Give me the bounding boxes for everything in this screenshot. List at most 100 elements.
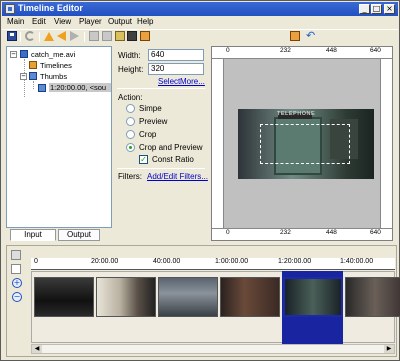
track-settings-icon[interactable] <box>11 250 21 260</box>
ruler-label: 640 <box>370 229 381 236</box>
height-field[interactable]: 320 <box>148 63 204 75</box>
timelines-icon <box>29 61 37 69</box>
divider <box>117 168 205 169</box>
ruler-label: 448 <box>326 229 337 236</box>
zoom-in-icon[interactable]: + <box>12 278 22 288</box>
film-icon[interactable] <box>127 31 137 41</box>
toolbar-separator <box>84 32 85 42</box>
timeline-tick-label: 20:00.00 <box>91 258 119 265</box>
radio-crop[interactable] <box>126 130 135 139</box>
toolbar: ↶ <box>2 29 398 43</box>
width-field[interactable]: 640 <box>148 49 204 61</box>
clip-icon[interactable] <box>115 31 125 41</box>
timeline-tick-label: 0 <box>34 258 38 265</box>
save-icon[interactable] <box>7 31 17 41</box>
thumbnail-strip[interactable] <box>31 271 400 344</box>
more-link[interactable]: More... <box>180 77 205 86</box>
properties-panel: Width: 640 Height: 320 Select More... Ac… <box>114 46 208 241</box>
action-label: Action: <box>118 93 143 102</box>
ruler-label: 640 <box>370 47 381 54</box>
refresh-icon[interactable] <box>25 31 35 41</box>
const-ratio-checkbox[interactable]: ✓ <box>139 155 148 164</box>
select-link[interactable]: Select <box>158 77 180 86</box>
horizontal-scrollbar[interactable]: ◀ ▶ <box>31 344 395 354</box>
tree-line <box>33 81 34 89</box>
radio-crop-and-preview-label: Crop and Preview <box>139 143 203 152</box>
thumbnail[interactable] <box>345 277 400 317</box>
maximize-button[interactable]: □ <box>371 4 382 14</box>
add-edit-filters-link[interactable]: Add/Edit Filters... <box>147 172 208 181</box>
export-icon[interactable] <box>290 31 300 41</box>
scroll-left-icon[interactable]: ◀ <box>32 345 42 353</box>
undo-icon[interactable]: ↶ <box>306 30 316 41</box>
menu-help[interactable]: Help <box>137 17 153 26</box>
divider <box>117 88 205 89</box>
back-arrow-icon[interactable] <box>57 31 66 41</box>
ruler-label: 448 <box>326 47 337 54</box>
crop-rectangle[interactable] <box>260 124 350 164</box>
title-bar[interactable]: Timeline Editor _ □ × <box>2 2 398 16</box>
project-tree[interactable]: − catch_me.avi Timelines − Thumbs 1:20:0… <box>6 46 112 228</box>
tab-output[interactable]: Output <box>58 229 100 241</box>
video-frame: TELEPHONE <box>238 109 374 179</box>
timeline-tick-label: 40:00.00 <box>153 258 181 265</box>
thumbnail[interactable] <box>96 277 156 317</box>
grid-icon[interactable] <box>11 264 21 274</box>
tree-node-timelines[interactable]: Timelines <box>40 61 72 70</box>
tree-node-thumbs[interactable]: Thumbs <box>40 72 67 81</box>
toolbar-separator <box>39 32 40 42</box>
collapse-toggle[interactable]: − <box>10 51 17 58</box>
window-title: Timeline Editor <box>18 3 83 13</box>
tab-input[interactable]: Input <box>10 229 56 241</box>
close-button[interactable]: × <box>384 4 395 14</box>
panel-tabs: Input Output <box>6 229 112 241</box>
scroll-right-icon[interactable]: ▶ <box>384 345 394 353</box>
tree-node-root[interactable]: catch_me.avi <box>31 50 75 59</box>
timeline-panel: + − 0 20:00.00 40:00.00 1:00:00.00 1:20:… <box>6 245 400 357</box>
frame-sign-text: TELEPHONE <box>277 111 316 117</box>
timeline-tick-label: 1:00:00.00 <box>215 258 249 265</box>
menu-edit[interactable]: Edit <box>32 17 46 26</box>
timeline-editor-window: Timeline Editor _ □ × Main Edit View Pla… <box>0 0 400 361</box>
filters-label: Filters: <box>118 172 142 181</box>
tree-node-clip[interactable]: 1:20:00.00, <sou <box>49 83 111 92</box>
radio-preview[interactable] <box>126 117 135 126</box>
bottom-ruler: 0 232 448 640 <box>212 228 392 240</box>
collapse-toggle[interactable]: − <box>20 73 27 80</box>
up-arrow-icon[interactable] <box>44 32 54 41</box>
paste-icon[interactable] <box>102 31 112 41</box>
minimize-button[interactable]: _ <box>359 4 370 14</box>
clip-icon <box>38 84 46 92</box>
const-ratio-label: Const Ratio <box>152 155 194 164</box>
forward-arrow-icon[interactable] <box>70 31 79 41</box>
right-ruler <box>380 59 392 228</box>
timeline-ruler[interactable]: 0 20:00.00 40:00.00 1:00:00.00 1:20:00.0… <box>31 258 395 270</box>
top-ruler: 0 232 448 640 <box>212 47 392 59</box>
radio-crop-and-preview[interactable] <box>126 143 135 152</box>
radio-simpe-label: Simpe <box>139 104 162 113</box>
thumbnail[interactable] <box>158 277 218 317</box>
ruler-label: 232 <box>280 229 291 236</box>
radio-crop-label: Crop <box>139 130 157 139</box>
app-icon <box>5 4 15 14</box>
copy-icon[interactable] <box>89 31 99 41</box>
radio-simpe[interactable] <box>126 104 135 113</box>
video-file-icon <box>20 50 28 58</box>
menu-player[interactable]: Player <box>79 17 102 26</box>
menu-view[interactable]: View <box>54 17 71 26</box>
thumbnail[interactable] <box>34 277 94 317</box>
ruler-label: 0 <box>226 47 230 54</box>
height-label: Height: <box>118 65 144 74</box>
thumbnail-selected[interactable] <box>283 277 343 317</box>
radio-preview-label: Preview <box>139 117 168 126</box>
timeline-tick-label: 1:40:00.00 <box>340 258 374 265</box>
menu-bar: Main Edit View Player Output Help <box>2 16 398 28</box>
thumbnail[interactable] <box>220 277 280 317</box>
thumbs-icon <box>29 72 37 80</box>
menu-main[interactable]: Main <box>7 17 24 26</box>
filmstrip-icon[interactable] <box>140 31 150 41</box>
zoom-out-icon[interactable]: − <box>12 292 22 302</box>
crop-preview-panel[interactable]: 0 232 448 640 0 232 448 640 TELEPHONE <box>211 46 393 241</box>
menu-output[interactable]: Output <box>108 17 132 26</box>
ruler-label: 0 <box>226 229 230 236</box>
